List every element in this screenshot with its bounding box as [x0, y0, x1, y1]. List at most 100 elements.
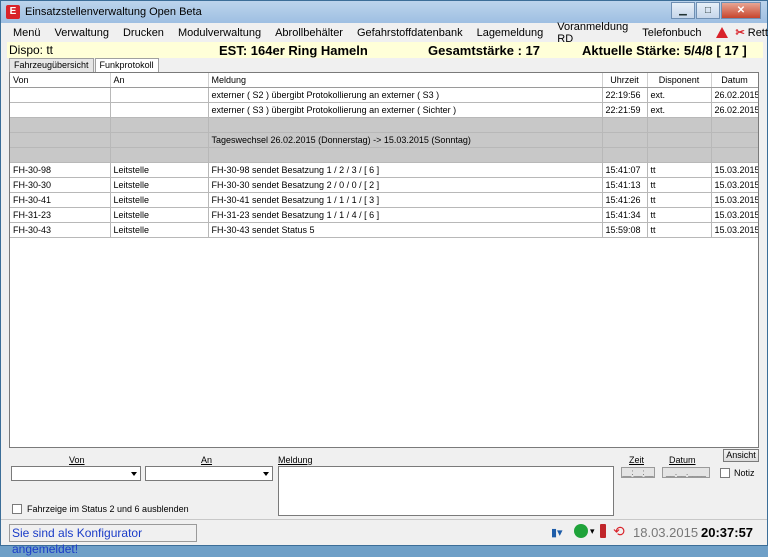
cell-an: Leitstelle [110, 207, 209, 223]
menu-item-lagemeldung[interactable]: Lagemeldung [477, 27, 544, 39]
funkprotokoll-table[interactable]: Von An Meldung Uhrzeit Disponent Datum e… [9, 72, 759, 448]
column-header-meldung[interactable]: Meldung [208, 73, 603, 88]
an-dropdown[interactable] [145, 466, 273, 481]
cell-uhrzeit: 22:21:59 [602, 102, 648, 118]
empty-cell [208, 327, 602, 342]
column-header-von[interactable]: Von [10, 73, 111, 88]
empty-cell [110, 342, 208, 357]
empty-cell [110, 297, 208, 312]
dispo-label: Dispo: tt [9, 43, 54, 57]
app-window: E Einsatzstellenverwaltung Open Beta ▁ □… [0, 0, 768, 556]
cell-disponent: tt [647, 177, 712, 193]
cell-meldung [208, 117, 603, 133]
login-status-message: Sie sind als Konfigurator angemeldet! [9, 524, 197, 556]
phone-icon[interactable] [600, 524, 606, 538]
table-row[interactable]: FH-30-98 Leitstelle FH-30-98 sendet Besatz… [10, 162, 758, 178]
column-header-an[interactable]: An [110, 73, 209, 88]
table-row[interactable] [10, 117, 758, 133]
warning-icon[interactable] [715, 27, 728, 38]
menu-item-modulverwaltung[interactable]: Modulverwaltung [178, 27, 261, 39]
gesamtstaerke-label: Gesamtstärke : 17 [428, 42, 541, 58]
table-row[interactable] [10, 147, 758, 163]
network-icon[interactable]: ▮▾ [551, 526, 563, 539]
menu-item-rettungsk[interactable]: Rettungsk. [748, 27, 768, 39]
table-row[interactable]: Tageswechsel 26.02.2015 (Donnerstag) -> … [10, 132, 758, 148]
cell-meldung: FH-30-41 sendet Besatzung 1 / 1 / 1 / [ … [208, 192, 603, 208]
empty-cell [10, 432, 110, 447]
zeit-field[interactable]: __:__:__ [621, 467, 655, 478]
menu-item-gefahrstoffdatenbank[interactable]: Gefahrstoffdatenbank [357, 27, 463, 39]
empty-row [10, 312, 758, 327]
empty-cell [647, 417, 711, 432]
empty-cell [208, 252, 602, 267]
notiz-label: Notiz [734, 468, 755, 478]
chevron-down-icon[interactable]: ▾ [590, 526, 595, 537]
sync-icon[interactable]: ⟲ [613, 523, 625, 540]
cell-meldung: Tageswechsel 26.02.2015 (Donnerstag) -> … [208, 132, 603, 148]
von-label: Von [69, 455, 85, 465]
empty-row [10, 252, 758, 267]
cell-an: Leitstelle [110, 222, 209, 238]
meldung-textarea[interactable] [278, 466, 614, 516]
column-header-disponent[interactable]: Disponent [647, 73, 712, 88]
von-dropdown[interactable] [11, 466, 141, 481]
table-row[interactable]: externer ( S3 ) übergibt Protokollierung… [10, 102, 758, 118]
entry-form: Von An Meldung Zeit Datum __:__:__ __.__… [1, 449, 767, 519]
empty-row [10, 342, 758, 357]
empty-row [10, 402, 758, 417]
menu-item-menu[interactable]: Menü [13, 27, 41, 39]
cell-uhrzeit: 15:41:13 [602, 177, 648, 193]
table-row[interactable]: FH-30-43 Leitstelle FH-30-43 sendet Status… [10, 222, 758, 238]
empty-cell [647, 237, 711, 252]
empty-cell [110, 282, 208, 297]
cell-datum: 15.03.2015 [711, 177, 758, 193]
table-row[interactable]: FH-30-30 Leitstelle FH-30-30 sendet Besatz… [10, 177, 758, 193]
table-row[interactable]: FH-31-23 Leitstelle FH-31-23 sendet Besatz… [10, 207, 758, 223]
column-header-uhrzeit[interactable]: Uhrzeit [602, 73, 648, 88]
empty-cell [711, 357, 758, 372]
empty-cell [208, 297, 602, 312]
empty-row [10, 237, 758, 252]
table-row[interactable]: FH-30-41 Leitstelle FH-30-41 sendet Besatz… [10, 192, 758, 208]
cell-meldung: FH-30-43 sendet Status 5 [208, 222, 603, 238]
table-row[interactable]: externer ( S2 ) übergibt Protokollierung… [10, 87, 758, 103]
menu-item-drucken[interactable]: Drucken [123, 27, 164, 39]
menu-item-voranmeldung-rd[interactable]: Voranmeldung RD [557, 21, 628, 45]
menu-item-telefonbuch[interactable]: Telefonbuch [642, 27, 701, 39]
datum-field[interactable]: __.__.____ [662, 467, 710, 478]
cell-von: FH-30-30 [10, 177, 111, 193]
close-button[interactable]: ✕ [721, 2, 761, 19]
cell-disponent: tt [647, 207, 712, 223]
empty-cell [602, 267, 647, 282]
empty-cell [602, 252, 647, 267]
empty-row [10, 297, 758, 312]
cell-meldung: externer ( S3 ) übergibt Protokollierung… [208, 102, 603, 118]
empty-cell [10, 342, 110, 357]
cell-an [110, 87, 209, 103]
empty-cell [647, 297, 711, 312]
table-header-row: Von An Meldung Uhrzeit Disponent Datum [10, 73, 758, 88]
minimize-button[interactable]: ▁ [671, 2, 695, 19]
empty-row [10, 417, 758, 432]
menu-item-abrollbehaelter[interactable]: Abrollbehälter [275, 27, 343, 39]
ansicht-button[interactable]: Ansicht [723, 449, 759, 462]
empty-cell [10, 237, 110, 252]
empty-cell [110, 432, 208, 447]
empty-cell [110, 252, 208, 267]
online-status-icon[interactable] [574, 524, 588, 538]
title-bar[interactable]: E Einsatzstellenverwaltung Open Beta ▁ □… [1, 1, 767, 23]
cell-datum [711, 117, 758, 133]
chevron-down-icon [263, 472, 269, 476]
tab-funkprotokoll[interactable]: Funkprotokoll [94, 58, 159, 72]
maximize-button[interactable]: □ [696, 2, 720, 19]
menu-item-verwaltung[interactable]: Verwaltung [55, 27, 109, 39]
cell-disponent: ext. [647, 102, 712, 118]
hide-status-checkbox[interactable] [12, 504, 22, 514]
notiz-checkbox[interactable] [720, 468, 730, 478]
cell-meldung: FH-30-98 sendet Besatzung 1 / 2 / 3 / [ … [208, 162, 603, 178]
empty-cell [208, 402, 602, 417]
column-header-datum[interactable]: Datum [711, 73, 758, 88]
tab-fahrzeuguebersicht[interactable]: Fahrzeugübersicht [9, 58, 94, 72]
cell-uhrzeit: 22:19:56 [602, 87, 648, 103]
empty-cell [711, 297, 758, 312]
